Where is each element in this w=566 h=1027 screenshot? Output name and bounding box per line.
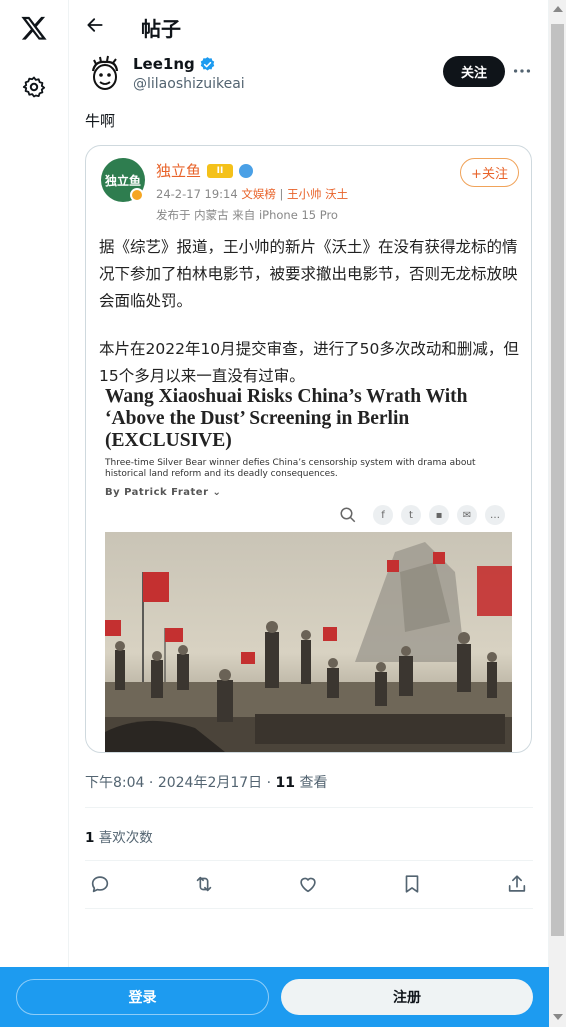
search-icon	[340, 507, 356, 523]
weibo-date: 24-2-17 19:14	[156, 187, 238, 201]
author-name[interactable]: Lee1ng	[133, 55, 216, 73]
film-still-photo	[105, 532, 512, 752]
views-label: 查看	[295, 775, 328, 791]
follow-button[interactable]: 关注	[443, 56, 505, 87]
level-badge-icon: II	[207, 163, 234, 178]
facebook-icon: f	[373, 505, 393, 525]
scrollbar[interactable]	[549, 0, 566, 1027]
avatar[interactable]	[85, 55, 125, 95]
weibo-tag-sep: |	[279, 187, 284, 201]
reply-icon[interactable]	[89, 873, 111, 895]
email-icon: ✉	[457, 505, 477, 525]
divider	[85, 807, 533, 808]
page-title: 帖子	[141, 17, 181, 41]
weibo-tag-2: 王小帅 沃土	[287, 187, 349, 201]
article-subtitle: Three-time Silver Bear winner defies Chi…	[105, 458, 476, 479]
like-icon[interactable]	[297, 873, 319, 895]
weibo-paragraph-2: 本片在2022年10月提交审查，进行了50多次改动和删减，但15个多月以来一直没…	[99, 340, 519, 385]
more-options-icon[interactable]	[511, 60, 533, 82]
x-logo-icon[interactable]	[19, 14, 49, 42]
scrollbar-thumb[interactable]	[551, 24, 564, 936]
action-bar	[88, 873, 528, 897]
weibo-account-text: 独立鱼	[156, 162, 202, 180]
author-handle[interactable]: @lilaoshizuikeai	[133, 76, 245, 92]
weibo-verified-icon	[130, 188, 144, 202]
weibo-account-name: 独立鱼 II	[156, 160, 254, 181]
twitter-icon: t	[401, 505, 421, 525]
meta-sep-2: ·	[262, 775, 276, 791]
article-byline: By Patrick Frater ⌄	[105, 487, 221, 498]
share-icon[interactable]	[506, 873, 528, 895]
author-name-text: Lee1ng	[133, 55, 195, 73]
likes-stat[interactable]: 1 喜欢次数	[85, 826, 153, 846]
article-title: Wang Xiaoshuai Risks China’s Wrath With …	[105, 386, 468, 451]
weibo-tag-1: 文娱榜	[241, 187, 276, 201]
article-byline-text: By Patrick Frater	[105, 487, 209, 498]
post-timestamp: 下午8:04 · 2024年2月17日 · 11 查看	[85, 772, 327, 792]
signup-button[interactable]: 注册	[281, 979, 533, 1015]
globe-icon	[239, 163, 254, 178]
post-column: 帖子 Lee1ng @lilaoshizuikeai 关注 牛啊 独立鱼 独立鱼…	[69, 0, 549, 1027]
views-count: 11	[275, 775, 296, 791]
retweet-icon[interactable]	[193, 873, 215, 895]
flipboard-icon: ▪	[429, 505, 449, 525]
post-date[interactable]: 2024年2月17日	[158, 775, 262, 791]
likes-label: 喜欢次数	[94, 830, 153, 846]
divider	[85, 908, 533, 909]
scroll-up-icon[interactable]	[553, 6, 563, 12]
arrow-left-icon[interactable]	[85, 15, 105, 35]
weibo-body: 据《综艺》报道，王小帅的新片《沃土》在没有获得龙标的情况下参加了柏林电影节，被要…	[99, 234, 519, 411]
divider	[85, 860, 533, 861]
scroll-down-icon[interactable]	[553, 1014, 563, 1020]
more-share-icon: …	[485, 505, 505, 525]
weibo-follow-button: +关注	[460, 158, 519, 187]
meta-sep-1: ·	[144, 775, 158, 791]
article-share-row: f t ▪ ✉ …	[339, 505, 505, 525]
top-bar: 帖子	[69, 0, 549, 53]
chevron-down-icon: ⌄	[212, 487, 222, 498]
embedded-image[interactable]: 独立鱼 独立鱼 II +关注 24-2-17 19:14 文娱榜 | 王小帅 沃…	[85, 145, 532, 753]
gear-icon[interactable]	[22, 75, 46, 99]
likes-count: 1	[85, 830, 95, 846]
weibo-paragraph-1: 据《综艺》报道，王小帅的新片《沃土》在没有获得龙标的情况下参加了柏林电影节，被要…	[99, 238, 518, 310]
bookmark-icon[interactable]	[401, 873, 423, 895]
verified-badge-icon	[200, 56, 214, 71]
weibo-meta: 24-2-17 19:14 文娱榜 | 王小帅 沃土	[156, 186, 348, 202]
login-button[interactable]: 登录	[16, 979, 269, 1015]
post-time[interactable]: 下午8:04	[85, 775, 144, 791]
tweet-text: 牛啊	[85, 112, 116, 130]
bottom-signup-bar: 登录 注册	[0, 967, 549, 1027]
weibo-source: 发布于 内蒙古 来自 iPhone 15 Pro	[156, 208, 338, 222]
left-nav	[0, 0, 69, 1027]
